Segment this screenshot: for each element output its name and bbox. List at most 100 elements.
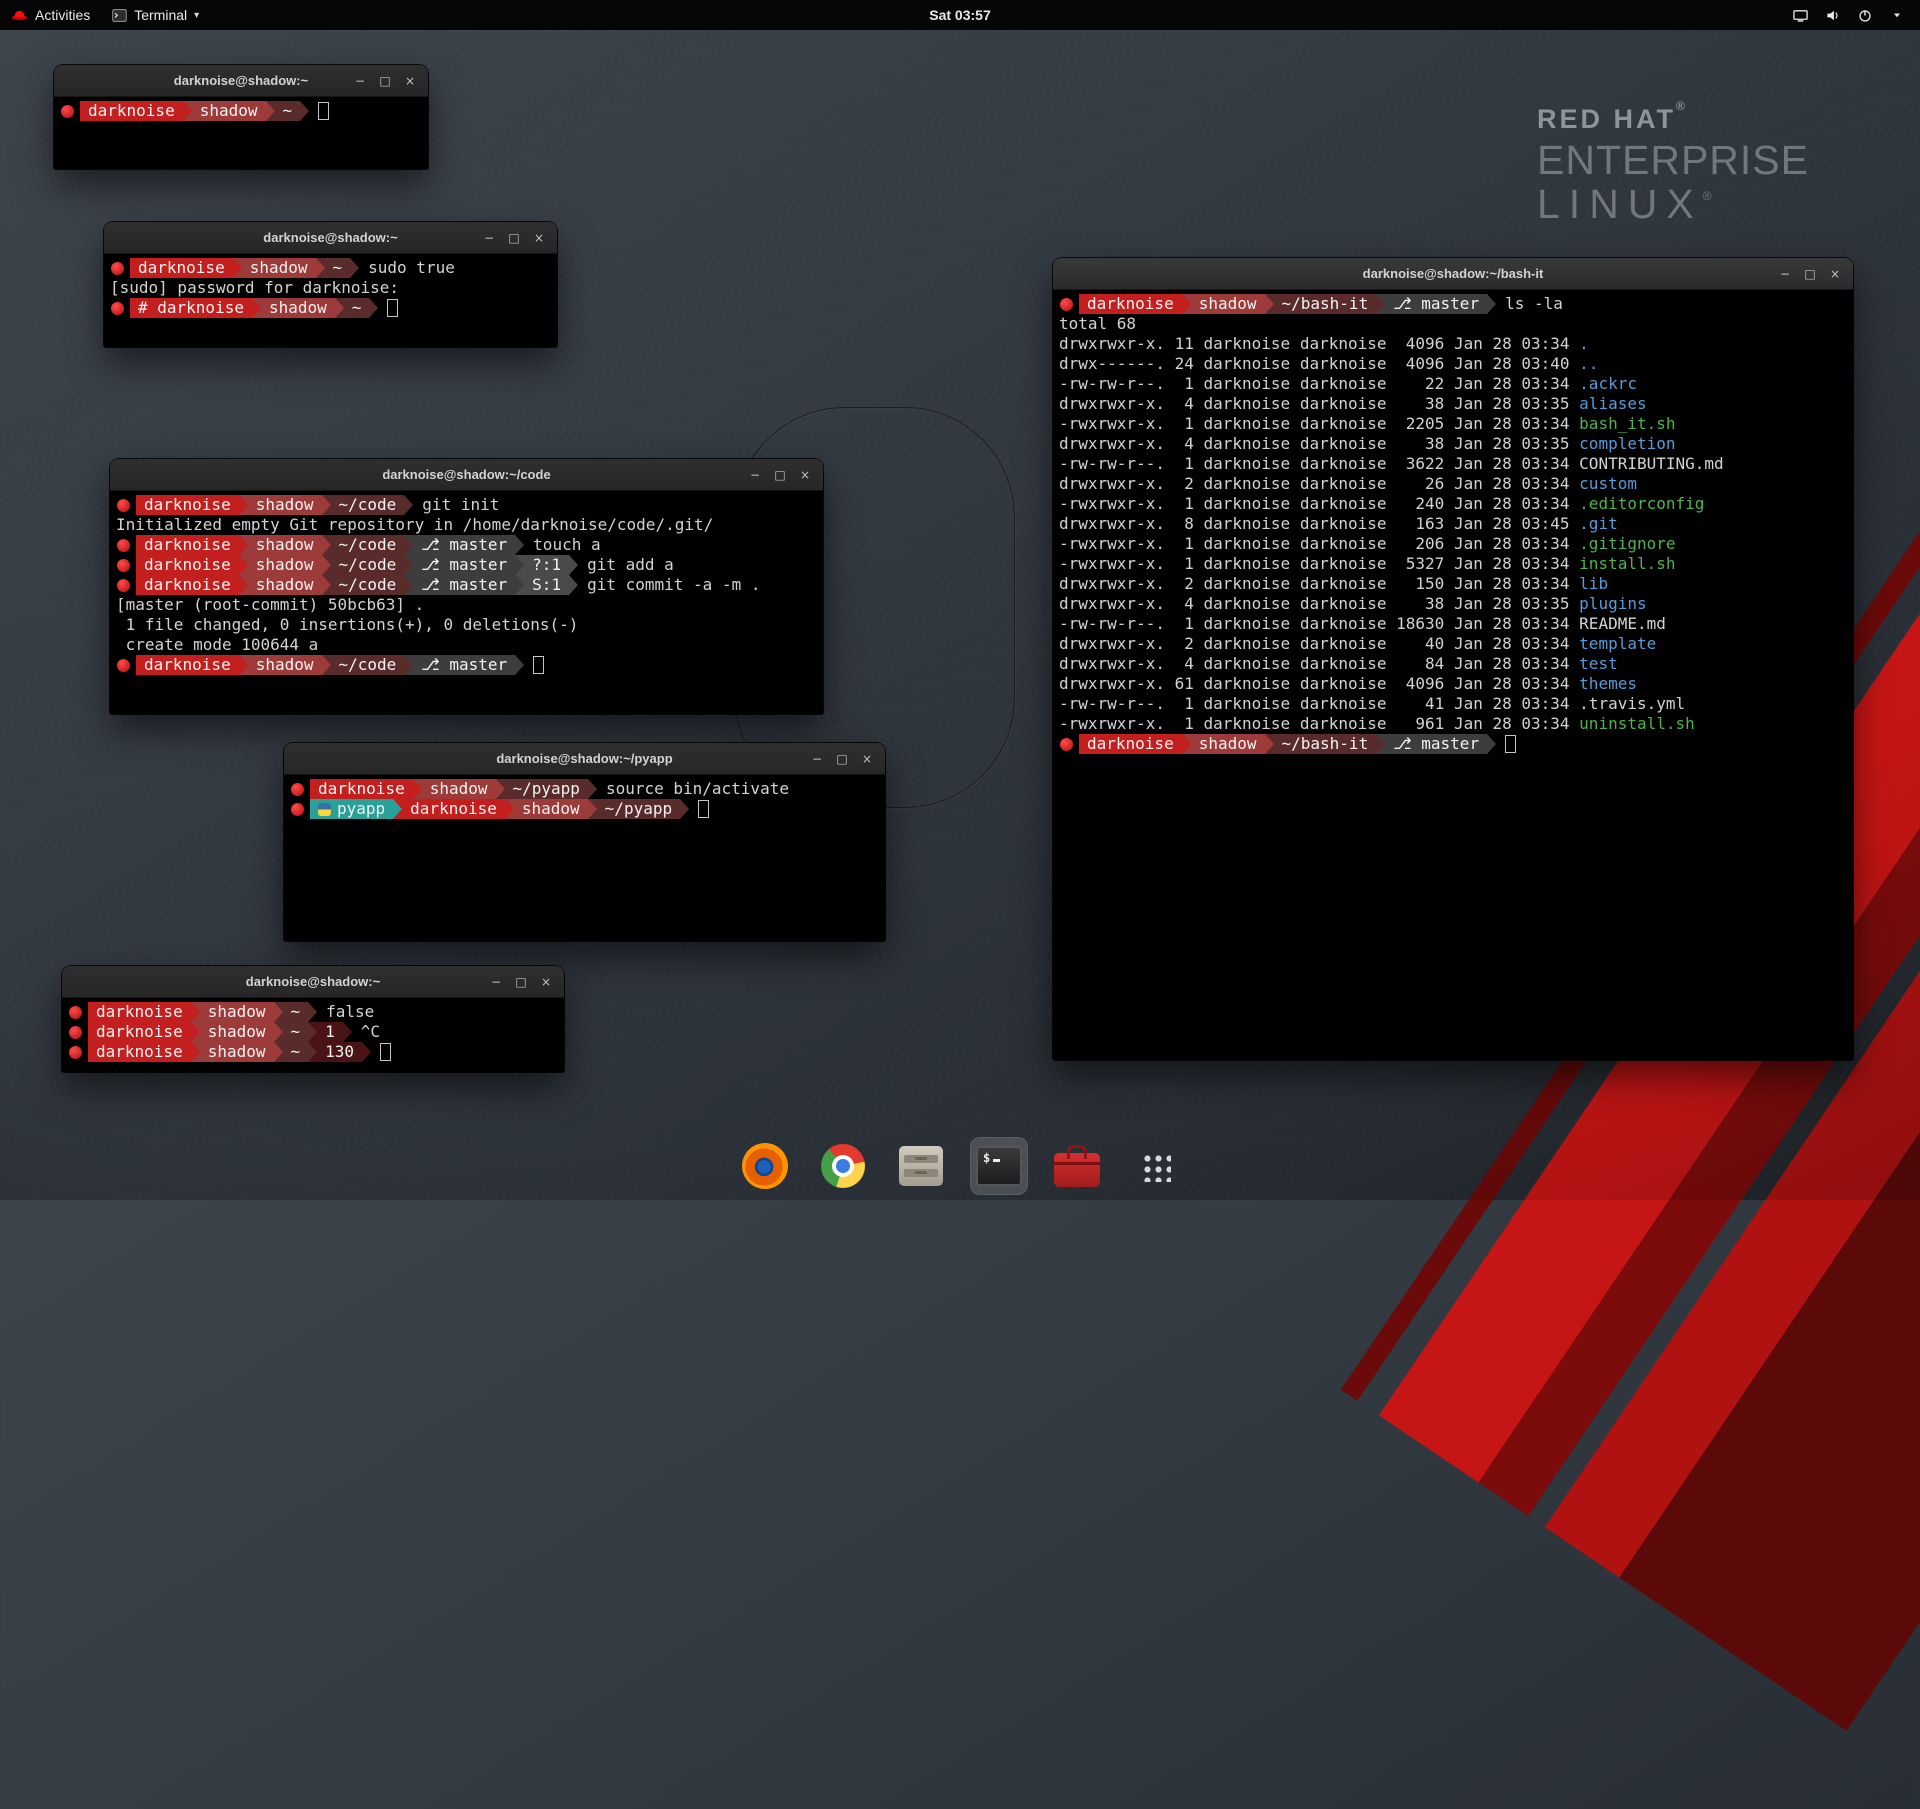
file-list-row: drwx------. 24 darknoise darknoise 4096 … — [1059, 354, 1847, 374]
terminal-content[interactable]: darknoiseshadow~/codegit initInitialized… — [110, 491, 823, 714]
terminal-content[interactable]: darknoiseshadow~sudo true[sudo] password… — [104, 254, 557, 347]
terminal-cursor[interactable] — [1505, 735, 1516, 753]
powerline-separator-icon — [343, 1022, 352, 1042]
redhat-logo-icon — [11, 9, 28, 21]
window-maximize-button[interactable]: □ — [512, 973, 530, 991]
system-status-area[interactable] — [1777, 0, 1920, 30]
activities-button[interactable]: Activities — [0, 0, 101, 30]
shell-prompt-line: darknoiseshadow~/bash-it⎇ master — [1059, 734, 1847, 754]
powerline-separator-icon — [350, 258, 359, 278]
powerline-separator-icon — [496, 779, 505, 799]
prompt-segment-path: ~/bash-it — [1274, 294, 1377, 314]
file-name: README.md — [1579, 614, 1666, 633]
power-icon[interactable] — [1856, 7, 1873, 24]
dock-item-terminal[interactable]: $ — [970, 1137, 1028, 1195]
window-minimize-button[interactable]: − — [808, 750, 826, 768]
window-titlebar[interactable]: darknoise@shadow:~−□× — [104, 222, 557, 254]
file-name: bash_it.sh — [1579, 414, 1675, 433]
volume-icon[interactable] — [1824, 7, 1841, 24]
terminal-cursor[interactable] — [318, 102, 329, 120]
file-attributes: drwx------. 24 darknoise darknoise 4096 … — [1059, 354, 1579, 373]
terminal-window[interactable]: darknoise@shadow:~/pyapp−□ × darknoiseshad… — [284, 743, 885, 941]
terminal-command: ls -la — [1505, 294, 1563, 314]
desktop[interactable]: { "topbar": { "activities_label": "Activ… — [0, 0, 1920, 1200]
prompt-segment-host: shadow — [261, 298, 335, 318]
dock-item-chrome[interactable] — [814, 1137, 872, 1195]
prompt-segment-host: shadow — [248, 495, 322, 515]
window-close-button[interactable]: × — [401, 72, 419, 90]
prompt-segment-path: ~ — [283, 1042, 309, 1062]
powerline-separator-icon — [322, 495, 331, 515]
dock-item-archive-manager[interactable] — [892, 1137, 950, 1195]
powerline-separator-icon — [515, 575, 524, 595]
window-minimize-button[interactable]: − — [480, 229, 498, 247]
window-title: darknoise@shadow:~/pyapp — [284, 751, 885, 766]
prompt-segment-host: shadow — [200, 1022, 274, 1042]
window-maximize-button[interactable]: □ — [833, 750, 851, 768]
window-close-button[interactable]: × — [537, 973, 555, 991]
prompt-segment-git2: ?:1 — [524, 555, 569, 575]
terminal-command: ^C — [361, 1022, 380, 1042]
redhat-prompt-icon — [111, 262, 124, 275]
window-minimize-button[interactable]: − — [1776, 265, 1794, 283]
display-icon[interactable] — [1792, 7, 1809, 24]
powerline-separator-icon — [404, 495, 413, 515]
window-titlebar[interactable]: darknoise@shadow:~/pyapp−□ × — [284, 743, 885, 775]
window-close-button[interactable]: × — [530, 229, 548, 247]
prompt-segment-user: # darknoise — [130, 298, 252, 318]
terminal-content[interactable]: darknoiseshadow~falsedarknoiseshadow~1^C… — [62, 998, 564, 1072]
shell-prompt-line: pyappdarknoiseshadow~/pyapp — [290, 799, 879, 819]
file-attributes: drwxrwxr-x. 8 darknoise darknoise 163 Ja… — [1059, 514, 1579, 533]
file-name: .. — [1579, 354, 1598, 373]
window-titlebar[interactable]: darknoise@shadow:~/code−□× — [110, 459, 823, 491]
dock-item-firefox[interactable] — [736, 1137, 794, 1195]
window-close-button[interactable]: × — [858, 750, 876, 768]
shell-prompt-line: darknoiseshadow~/pyappsource bin/activat… — [290, 779, 879, 799]
window-titlebar[interactable]: darknoise@shadow:~−□× — [54, 65, 428, 97]
powerline-separator-icon — [239, 555, 248, 575]
window-maximize-button[interactable]: □ — [1801, 265, 1819, 283]
app-menu-terminal[interactable]: Terminal ▾ — [101, 0, 210, 30]
terminal-command: git init — [422, 495, 499, 515]
terminal-content[interactable]: darknoiseshadow~/pyappsource bin/activat… — [284, 775, 885, 941]
powerline-separator-icon — [404, 535, 413, 555]
dock-item-app-grid[interactable] — [1126, 1137, 1184, 1195]
terminal-cursor[interactable] — [698, 800, 709, 818]
powerline-separator-icon — [266, 101, 275, 121]
dock-item-toolbox[interactable] — [1048, 1137, 1106, 1195]
window-controls: −□ × — [1776, 265, 1853, 283]
terminal-window[interactable]: darknoise@shadow:~−□×darknoiseshadow~sud… — [104, 222, 557, 347]
window-minimize-button[interactable]: − — [351, 72, 369, 90]
caret-down-icon[interactable] — [1888, 7, 1905, 24]
window-controls: −□ × — [487, 973, 564, 991]
powerline-separator-icon — [515, 535, 524, 555]
window-minimize-button[interactable]: − — [746, 466, 764, 484]
terminal-window[interactable]: darknoise@shadow:~/bash-it−□×darknoisesh… — [1053, 258, 1853, 1060]
terminal-command: sudo true — [368, 258, 455, 278]
file-attributes: -rwxrwxr-x. 1 darknoise darknoise 206 Ja… — [1059, 534, 1579, 553]
window-close-button[interactable]: × — [1826, 265, 1844, 283]
window-titlebar[interactable]: darknoise@shadow:~−□× — [62, 966, 564, 998]
terminal-cursor[interactable] — [380, 1043, 391, 1061]
terminal-window[interactable]: darknoise@shadow:~/code−□×darknoiseshado… — [110, 459, 823, 714]
window-titlebar[interactable]: darknoise@shadow:~/bash-it−□× — [1053, 258, 1853, 290]
shell-prompt-line: darknoiseshadow~/code⎇ master — [116, 655, 817, 675]
prompt-segment-git: ⎇ master — [413, 575, 515, 595]
terminal-cursor[interactable] — [533, 656, 544, 674]
terminal-content[interactable]: darknoiseshadow~ — [54, 97, 428, 169]
terminal-output-line: [sudo] password for darknoise: — [110, 278, 551, 298]
terminal-window[interactable]: darknoise@shadow:~−□×darknoiseshadow~fal… — [62, 966, 564, 1072]
file-list-row: -rwxrwxr-x. 1 darknoise darknoise 2205 J… — [1059, 414, 1847, 434]
window-close-button[interactable]: × — [796, 466, 814, 484]
prompt-segment-git: ⎇ master — [413, 535, 515, 555]
file-list-row: drwxrwxr-x. 2 darknoise darknoise 150 Ja… — [1059, 574, 1847, 594]
window-maximize-button[interactable]: □ — [505, 229, 523, 247]
terminal-content[interactable]: darknoiseshadow~/bash-it⎇ masterls -lato… — [1053, 290, 1853, 1060]
clock[interactable]: Sat 03:57 — [929, 7, 990, 23]
terminal-cursor[interactable] — [387, 299, 398, 317]
window-maximize-button[interactable]: □ — [376, 72, 394, 90]
window-controls: −□ × — [480, 229, 557, 247]
window-maximize-button[interactable]: □ — [771, 466, 789, 484]
terminal-window[interactable]: darknoise@shadow:~−□×darknoiseshadow~ — [54, 65, 428, 169]
window-minimize-button[interactable]: − — [487, 973, 505, 991]
